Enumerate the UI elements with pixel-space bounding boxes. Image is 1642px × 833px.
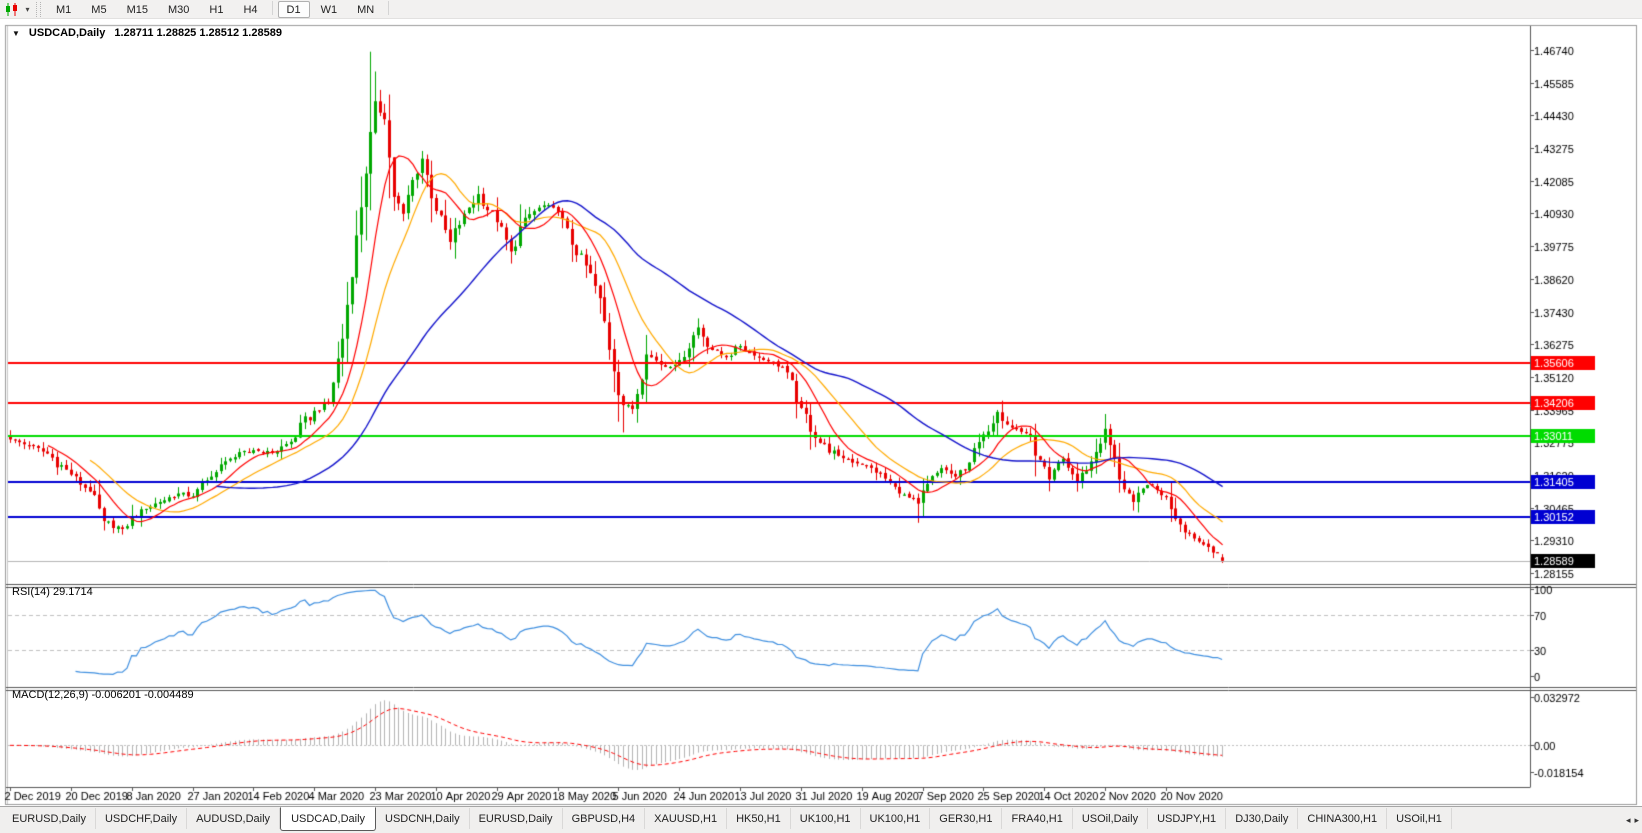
chart-tab-16[interactable]: CHINA300,H1 <box>1298 808 1388 829</box>
chart-tab-4[interactable]: USDCNH,Daily <box>376 808 470 829</box>
timeframe-toolbar: ▾ M1 M5 M15 M30 H1 H4 D1 W1 MN <box>0 0 1642 19</box>
toolbar-separator <box>271 0 273 15</box>
chart-tabs-bar: EURUSD,Daily USDCHF,Daily AUDUSD,Daily USDC… <box>0 806 1642 833</box>
chart-ohlc-values: 1.28711 1.28825 1.28512 1.28589 <box>114 27 282 39</box>
chart-tab-13[interactable]: USOil,Daily <box>1073 808 1149 829</box>
timeframe-buttons: M1 M5 M15 M30 H1 H4 D1 W1 MN <box>46 0 393 18</box>
timeframe-button-h1[interactable]: H1 <box>200 1 232 18</box>
chart-tab-14[interactable]: USDJPY,H1 <box>1148 808 1227 829</box>
chart-tab-6[interactable]: GBPUSD,H4 <box>563 808 646 829</box>
collapse-icon[interactable]: ▼ <box>12 29 20 38</box>
chart-tab-15[interactable]: DJ30,Daily <box>1226 808 1299 829</box>
tabs-scroll-left-icon[interactable]: ◂ <box>1626 815 1631 826</box>
chart-tab-17[interactable]: USOil,H1 <box>1387 808 1452 829</box>
chart-symbol-label: USDCAD,Daily <box>28 27 106 39</box>
toolbar-separator <box>388 0 390 15</box>
rsi-label: RSI(14) 29.1714 <box>12 586 93 598</box>
chart-tab-12[interactable]: FRA40,H1 <box>1002 808 1073 829</box>
candlestick-tool-icon[interactable] <box>2 1 22 18</box>
chart-tab-9[interactable]: UK100,H1 <box>791 808 861 829</box>
timeframe-button-m5[interactable]: M5 <box>82 1 115 18</box>
chart-tab-2[interactable]: AUDUSD,Daily <box>187 808 281 829</box>
mt4-window: ▾ M1 M5 M15 M30 H1 H4 D1 W1 MN ▼ USDCAD,Daily 1.… <box>0 0 1642 833</box>
chart-tabs: EURUSD,Daily USDCHF,Daily AUDUSD,Daily USDC… <box>3 807 1452 831</box>
chart-tab-7[interactable]: XAUUSD,H1 <box>645 808 728 829</box>
timeframe-button-w1[interactable]: W1 <box>312 1 347 18</box>
timeframe-button-d1[interactable]: D1 <box>277 0 310 18</box>
timeframe-button-mn[interactable]: MN <box>348 1 383 18</box>
timeframe-button-m30[interactable]: M30 <box>159 1 198 18</box>
chart-title: ▼ USDCAD,Daily 1.28711 1.28825 1.28512 1… <box>12 27 282 39</box>
timeframe-button-h4[interactable]: H4 <box>234 1 266 18</box>
chart-tab-0[interactable]: EURUSD,Daily <box>3 808 96 829</box>
chart-tab-3[interactable]: USDCAD,Daily <box>280 807 377 831</box>
chart-tab-8[interactable]: HK50,H1 <box>727 808 791 829</box>
timeframe-button-m15[interactable]: M15 <box>118 1 157 18</box>
chart-tab-1[interactable]: USDCHF,Daily <box>96 808 188 829</box>
chart-tab-10[interactable]: UK100,H1 <box>861 808 931 829</box>
chevron-down-icon[interactable]: ▾ <box>22 1 33 18</box>
timeframe-button-m1[interactable]: M1 <box>47 1 80 18</box>
toolbar-grip[interactable] <box>36 1 41 17</box>
chart-canvas[interactable] <box>0 0 1642 833</box>
chart-tab-11[interactable]: GER30,H1 <box>930 808 1003 829</box>
macd-label: MACD(12,26,9) -0.006201 -0.004489 <box>12 689 194 701</box>
tabs-scroll-arrows: ◂ ▸ <box>1626 807 1642 833</box>
chart-tab-5[interactable]: EURUSD,Daily <box>470 808 563 829</box>
tabs-scroll-right-icon[interactable]: ▸ <box>1634 815 1639 826</box>
